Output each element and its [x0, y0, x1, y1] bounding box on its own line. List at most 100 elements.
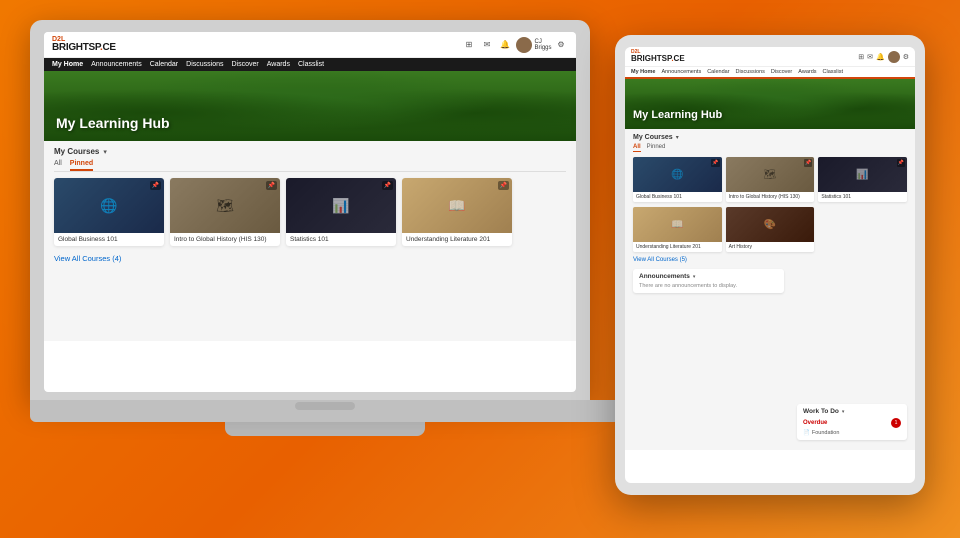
course-thumb-stats: 📊 📌 — [286, 178, 396, 233]
tablet-thumb-icon-art: 🎨 — [764, 219, 776, 230]
tablet-hero: My Learning Hub — [625, 79, 915, 129]
laptop-nav: My Home Announcements Calendar Discussio… — [44, 58, 576, 71]
tablet-mail-icon[interactable]: ✉ — [867, 53, 873, 61]
tablet-courses-row1: 🌐 📌 Global Business 101 🗺 📌 Intro to Glo… — [633, 157, 907, 202]
tablet-thumb-icon-history: 🗺 — [764, 169, 777, 180]
laptop-base — [30, 400, 620, 422]
nav-item-announcements[interactable]: Announcements — [91, 61, 142, 68]
tablet-nav-announcements[interactable]: Announcements — [661, 69, 701, 75]
course-card-stats[interactable]: 📊 📌 Statistics 101 — [286, 178, 396, 246]
laptop-stand — [225, 422, 425, 436]
course-name-business: Global Business 101 — [54, 233, 164, 246]
laptop-section-header: My Courses ▾ — [54, 147, 566, 156]
tablet-hero-title: My Learning Hub — [633, 109, 722, 121]
grid-icon[interactable]: ⊞ — [462, 38, 476, 52]
tablet-course-art[interactable]: 🎨 Art History — [726, 207, 815, 252]
laptop-view-all[interactable]: View All Courses (4) — [54, 254, 566, 263]
tablet-course-stats[interactable]: 📊 📌 Statistics 101 — [818, 157, 907, 202]
tablet-thumb-icon-business: 🌐 — [671, 169, 683, 180]
tablet-thumb-icon-stats: 📊 — [856, 169, 868, 180]
tablet-nav: My Home Announcements Calendar Discussio… — [625, 67, 915, 79]
avatar-icon[interactable] — [516, 37, 532, 53]
tablet-work-title: Work To Do — [803, 408, 839, 415]
tablet-work-header: Work To Do ▾ — [803, 408, 901, 415]
course-card-literature[interactable]: 📖 📌 Understanding Literature 201 — [402, 178, 512, 246]
nav-item-my-home[interactable]: My Home — [52, 61, 83, 68]
laptop-courses-arrow[interactable]: ▾ — [103, 148, 107, 156]
laptop-screen: D2L BRIGHTSP.CE ⊞ ✉ 🔔 CJ Briggs ⚙ My Hom… — [44, 32, 576, 392]
gear-icon[interactable]: ⚙ — [554, 38, 568, 52]
tablet-avatar[interactable] — [888, 51, 900, 63]
tablet-content: My Courses ▾ All Pinned 🌐 📌 Global Busin… — [625, 129, 915, 450]
tablet-logo: D2L BRIGHTSP.CE — [631, 50, 685, 63]
tablet-work-arrow[interactable]: ▾ — [842, 409, 845, 415]
tablet-work-todo: Work To Do ▾ Overdue 1 📄 Foundation — [797, 404, 907, 440]
laptop-logo-name: BRIGHTSP.CE — [52, 43, 116, 53]
tablet-nav-discussions[interactable]: Discussions — [736, 69, 765, 75]
tablet-doc-icon: 📄 — [803, 430, 810, 436]
tablet-overdue-row: Overdue 1 — [803, 418, 901, 428]
tablet-view-all[interactable]: View All Courses (5) — [633, 257, 907, 263]
bell-icon[interactable]: 🔔 — [498, 38, 512, 52]
tablet-course-history[interactable]: 🗺 📌 Intro to Global History (HIS 130) — [726, 157, 815, 202]
tablet-ann-empty: There are no announcements to display. — [639, 283, 778, 289]
course-card-business[interactable]: 🌐 📌 Global Business 101 — [54, 178, 164, 246]
nav-item-discussions[interactable]: Discussions — [186, 61, 223, 68]
tablet-course-business[interactable]: 🌐 📌 Global Business 101 — [633, 157, 722, 202]
tablet-header: D2L BRIGHTSP.CE ⊞ ✉ 🔔 ⚙ — [625, 47, 915, 67]
laptop-hero-title: My Learning Hub — [56, 115, 170, 131]
tablet-course-tabs: All Pinned — [633, 144, 907, 152]
nav-item-classlist[interactable]: Classlist — [298, 61, 324, 68]
tablet-tab-all[interactable]: All — [633, 144, 641, 152]
user-name: CJ Briggs — [536, 38, 550, 52]
tablet-tab-pinned[interactable]: Pinned — [647, 144, 666, 152]
laptop-tab-all[interactable]: All — [54, 160, 62, 171]
tablet-thumb-literature: 📖 — [633, 207, 722, 242]
tablet-course-literature[interactable]: 📖 Understanding Literature 201 — [633, 207, 722, 252]
course-card-history[interactable]: 🗺 📌 Intro to Global History (HIS 130) — [170, 178, 280, 246]
mail-icon[interactable]: ✉ — [480, 38, 494, 52]
tablet-screen: D2L BRIGHTSP.CE ⊞ ✉ 🔔 ⚙ My Home Announce… — [625, 47, 915, 483]
tablet-thumb-stats: 📊 📌 — [818, 157, 907, 192]
tablet-ann-title: Announcements — [639, 273, 690, 280]
course-thumb-business: 🌐 📌 — [54, 178, 164, 233]
tablet-section-header: My Courses ▾ — [633, 134, 907, 141]
laptop-courses-title: My Courses — [54, 147, 99, 156]
course-pin-stats: 📌 — [382, 181, 393, 190]
tablet-course-name-art: Art History — [726, 242, 815, 252]
thumb-icon-literature: 📖 — [448, 197, 465, 214]
tablet-nav-home[interactable]: My Home — [631, 69, 655, 75]
thumb-icon-stats: 📊 — [332, 197, 349, 214]
nav-item-awards[interactable]: Awards — [267, 61, 290, 68]
tablet-ann-header: Announcements ▾ — [639, 273, 778, 280]
tablet-nav-calendar[interactable]: Calendar — [707, 69, 729, 75]
course-pin-literature: 📌 — [498, 181, 509, 190]
tablet-course-name-history: Intro to Global History (HIS 130) — [726, 192, 815, 202]
tablet-thumb-icon-literature: 📖 — [671, 219, 683, 230]
course-name-history: Intro to Global History (HIS 130) — [170, 233, 280, 246]
tablet-body: D2L BRIGHTSP.CE ⊞ ✉ 🔔 ⚙ My Home Announce… — [615, 35, 925, 495]
laptop-hero: My Learning Hub — [44, 71, 576, 141]
laptop-course-tabs: All Pinned — [54, 160, 566, 172]
tablet-bell-icon[interactable]: 🔔 — [876, 53, 885, 61]
tablet-course-name-business: Global Business 101 — [633, 192, 722, 202]
laptop-tab-pinned[interactable]: Pinned — [70, 160, 93, 171]
tablet-announcements: Announcements ▾ There are no announcemen… — [633, 269, 784, 293]
tablet-ann-arrow[interactable]: ▾ — [693, 274, 696, 280]
tablet-nav-classlist[interactable]: Classlist — [823, 69, 843, 75]
tablet-courses-arrow[interactable]: ▾ — [676, 134, 679, 141]
tablet-thumb-art: 🎨 — [726, 207, 815, 242]
tablet-pin-business: 📌 — [711, 159, 719, 167]
laptop-logo: D2L BRIGHTSP.CE — [52, 36, 116, 53]
tablet-nav-discover[interactable]: Discover — [771, 69, 792, 75]
course-thumb-history: 🗺 📌 — [170, 178, 280, 233]
tablet-course-empty — [818, 207, 907, 252]
tablet-overdue-badge: 1 — [891, 418, 901, 428]
laptop: D2L BRIGHTSP.CE ⊞ ✉ 🔔 CJ Briggs ⚙ My Hom… — [30, 20, 620, 500]
nav-item-calendar[interactable]: Calendar — [150, 61, 178, 68]
tablet-nav-awards[interactable]: Awards — [798, 69, 816, 75]
tablet-gear-icon[interactable]: ⚙ — [903, 53, 909, 61]
nav-item-discover[interactable]: Discover — [232, 61, 259, 68]
tablet-grid-icon[interactable]: ⊞ — [858, 53, 864, 61]
thumb-icon-history: 🗺 — [216, 197, 234, 214]
